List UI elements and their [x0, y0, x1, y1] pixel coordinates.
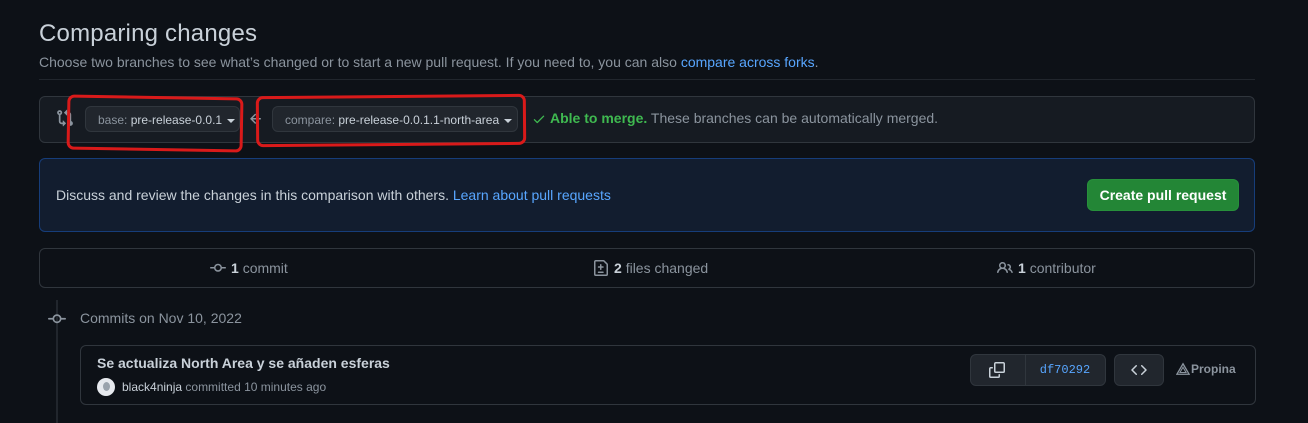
- copy-icon: [989, 362, 1005, 378]
- compare-label: compare:: [285, 113, 336, 127]
- subtitle-end: .: [814, 54, 819, 70]
- code-icon: [1131, 364, 1147, 376]
- browse-repository-button[interactable]: [1114, 354, 1164, 386]
- base-label: base:: [98, 113, 128, 127]
- check-icon: [533, 115, 545, 124]
- files-label: files changed: [625, 260, 709, 276]
- propina-label: Propina: [1191, 362, 1236, 376]
- commits-label: commit: [242, 260, 288, 276]
- pull-request-flash: Discuss and review the changes in this c…: [39, 158, 1255, 232]
- subtitle-text: Choose two branches to see what’s change…: [39, 54, 677, 70]
- commit-list-item: Se actualiza North Area y se añaden esfe…: [80, 345, 1256, 405]
- page-title: Comparing changes: [39, 20, 258, 47]
- stat-commits[interactable]: 1 commit: [210, 249, 288, 287]
- base-branch-name: pre-release-0.0.1: [130, 113, 223, 127]
- learn-about-pull-requests-link[interactable]: Learn about pull requests: [453, 187, 611, 203]
- git-compare-icon[interactable]: [56, 109, 74, 127]
- comparison-stats: 1 commit 2 files changed 1 contributor: [39, 248, 1255, 288]
- stat-contributors[interactable]: 1 contributor: [997, 249, 1096, 287]
- chevron-down-icon: [227, 118, 236, 123]
- merge-status-label: Able to merge.: [550, 110, 648, 126]
- commit-sha-link[interactable]: df70292: [1025, 355, 1105, 385]
- chevron-down-icon: [504, 118, 513, 123]
- compare-across-forks-link[interactable]: compare across forks: [681, 54, 815, 70]
- compare-branch-name: pre-release-0.0.1.1-north-area: [338, 113, 500, 127]
- commit-meta: black4ninja committed 10 minutes ago: [97, 378, 326, 398]
- page-header: Comparing changes Choose two branches to…: [39, 18, 1255, 72]
- header-divider: [39, 79, 1255, 80]
- commit-author-link[interactable]: black4ninja: [122, 380, 182, 394]
- propina-extension[interactable]: Propina: [1175, 362, 1236, 376]
- page-subtitle: Choose two branches to see what’s change…: [39, 52, 1255, 72]
- create-pull-request-button[interactable]: Create pull request: [1087, 179, 1239, 211]
- commits-count: 1: [231, 260, 239, 276]
- flash-text: Discuss and review the changes in this c…: [56, 187, 449, 203]
- commit-icon: [210, 263, 226, 272]
- copy-sha-button[interactable]: [971, 355, 1026, 385]
- arrow-left-icon: [248, 111, 264, 127]
- sha-button-group: df70292: [970, 354, 1106, 386]
- triangle-icon: [1175, 362, 1191, 375]
- flash-message: Discuss and review the changes in this c…: [56, 187, 611, 203]
- file-diff-icon: [594, 260, 608, 276]
- avatar[interactable]: [97, 378, 115, 396]
- merge-status: Able to merge. These branches can be aut…: [532, 110, 938, 126]
- people-icon: [997, 261, 1013, 274]
- contributors-count: 1: [1018, 260, 1026, 276]
- range-editor: base: pre-release-0.0.1 compare: pre-rel…: [39, 96, 1255, 143]
- commit-message-link[interactable]: Se actualiza North Area y se añaden esfe…: [97, 355, 390, 371]
- commit-time: committed 10 minutes ago: [185, 380, 327, 394]
- base-branch-select[interactable]: base: pre-release-0.0.1: [85, 106, 240, 132]
- merge-status-detail: These branches can be automatically merg…: [650, 110, 939, 126]
- commit-icon: [48, 310, 66, 328]
- commit-group-heading: Commits on Nov 10, 2022: [80, 310, 242, 326]
- stat-files-changed[interactable]: 2 files changed: [593, 249, 708, 287]
- compare-branch-select[interactable]: compare: pre-release-0.0.1.1-north-area: [272, 106, 518, 132]
- contributors-label: contributor: [1029, 260, 1096, 276]
- files-count: 2: [614, 260, 622, 276]
